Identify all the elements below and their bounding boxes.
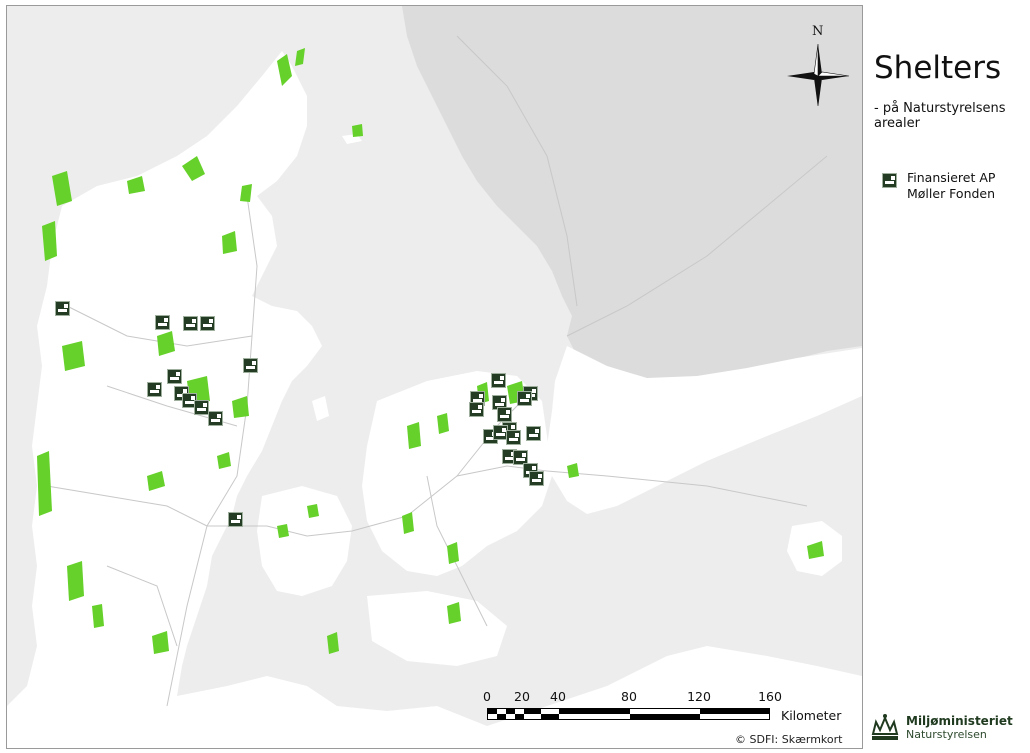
shelter-marker[interactable] — [200, 316, 215, 331]
shelter-marker[interactable] — [517, 391, 532, 406]
compass-rose-icon — [787, 43, 849, 106]
shelter-marker[interactable] — [243, 358, 258, 373]
attribution: © SDFI: Skærmkort — [735, 733, 843, 746]
scale-tick: 160 — [758, 689, 782, 704]
shelter-icon — [882, 173, 897, 188]
ministry-logo: Miljøministeriet Naturstyrelsen — [868, 712, 1013, 742]
shelter-marker[interactable] — [155, 315, 170, 330]
shelter-marker[interactable] — [526, 426, 541, 441]
legend-panel: Shelters - på Naturstyrelsens arealer Fi… — [868, 0, 1030, 753]
shelter-marker[interactable] — [183, 316, 198, 331]
logo-line1: Miljøministeriet — [906, 713, 1013, 728]
shelter-marker[interactable] — [529, 471, 544, 486]
north-arrow: N — [787, 24, 849, 106]
shelter-marker[interactable] — [208, 411, 223, 426]
shelter-marker[interactable] — [469, 402, 484, 417]
scale-tick: 40 — [550, 689, 566, 704]
scale-ticks: 0 20 40 80 120 160 — [479, 689, 799, 704]
shelter-marker[interactable] — [194, 400, 209, 415]
scale-tick: 20 — [514, 689, 530, 704]
shelter-marker[interactable] — [497, 407, 512, 422]
scale-tick: 0 — [483, 689, 491, 704]
logo-line2: Naturstyrelsen — [906, 727, 987, 741]
shelter-marker[interactable] — [147, 382, 162, 397]
scale-unit: Kilometer — [781, 708, 842, 723]
legend-item-shelter: Finansieret AP Møller Fonden — [882, 170, 1017, 202]
lolland-land — [367, 591, 507, 666]
funen-land — [257, 486, 352, 596]
legend-item-label: Finansieret AP Møller Fonden — [907, 170, 996, 201]
scale-bar: 0 20 40 80 120 160 Kilometer — [479, 689, 841, 739]
map-title: Shelters — [874, 50, 1002, 86]
samsoe-island — [312, 396, 329, 421]
scale-tick: 120 — [687, 689, 711, 704]
shelter-marker[interactable] — [228, 512, 243, 527]
shelter-marker[interactable] — [491, 373, 506, 388]
crown-icon — [871, 714, 899, 740]
shelter-marker[interactable] — [55, 301, 70, 316]
scale-tick: 80 — [621, 689, 637, 704]
map-frame[interactable]: N 0 20 40 80 120 160 Kilometer © SDFI: S… — [6, 5, 863, 749]
basemap — [7, 6, 862, 748]
shelter-marker[interactable] — [506, 430, 521, 445]
scale-bar-graphic — [487, 708, 770, 720]
shelter-marker[interactable] — [167, 369, 182, 384]
map-subtitle: - på Naturstyrelsens arealer — [874, 101, 1006, 131]
